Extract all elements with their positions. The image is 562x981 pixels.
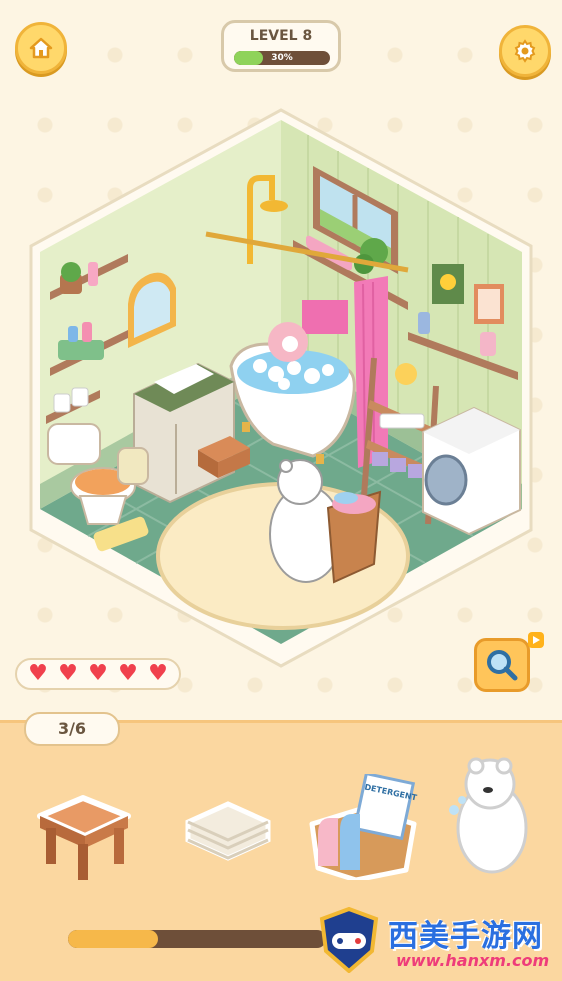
- heart-icon: ♥: [118, 661, 138, 686]
- tray-item-wooden-stool[interactable]: [28, 776, 138, 886]
- play-icon: [533, 636, 540, 644]
- stool-icon: [37, 795, 131, 880]
- bathroom-room-scene: [29, 108, 533, 668]
- site-watermark: 西美手游网 www.hanxm.com: [318, 905, 558, 975]
- heart-icon: ♥: [88, 661, 108, 686]
- home-button[interactable]: [15, 22, 67, 74]
- level-progress-bar: 30%: [234, 51, 330, 65]
- tray-item-folded-towels[interactable]: [178, 782, 288, 892]
- trash-bin: [117, 447, 149, 485]
- shield-gamepad-logo: [319, 907, 379, 973]
- level-progress-text: 30%: [271, 53, 293, 63]
- video-ad-badge: [528, 632, 544, 648]
- collection-progress-bar: [68, 930, 326, 948]
- heart-icon: ♥: [148, 661, 168, 686]
- hanging-towel: [302, 300, 348, 334]
- magnifier-icon: [487, 650, 518, 681]
- bear-icon: [449, 757, 528, 874]
- towels-icon: [185, 801, 271, 861]
- watermark-url: www.hanxm.com: [396, 951, 550, 970]
- level-card: LEVEL 8 30%: [221, 20, 341, 72]
- tray-item-bear-character[interactable]: [440, 752, 550, 874]
- watermark-title: 西美手游网: [388, 919, 543, 954]
- tray-item-detergent-basket[interactable]: DETERGENT: [304, 771, 418, 884]
- items-found-counter: 3/6: [24, 712, 120, 746]
- heart-icon: ♥: [58, 661, 78, 686]
- collection-progress-fill: [68, 930, 159, 948]
- lives-bar: ♥ ♥ ♥ ♥ ♥: [15, 658, 181, 690]
- washing-machine: [422, 406, 521, 536]
- level-title: LEVEL 8: [249, 28, 313, 44]
- hint-button[interactable]: [474, 638, 530, 692]
- heart-icon: ♥: [28, 661, 48, 686]
- gear-icon: [514, 39, 536, 63]
- settings-button[interactable]: [499, 25, 551, 77]
- home-icon: [29, 37, 53, 59]
